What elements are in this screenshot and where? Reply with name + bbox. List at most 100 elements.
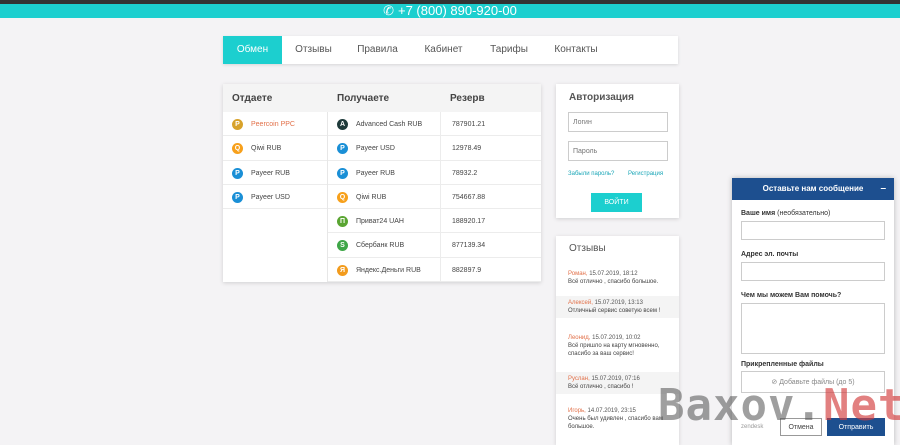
review-date: 15.07.2019, 10:02 xyxy=(592,335,641,341)
review-author[interactable]: Алексей, xyxy=(568,300,593,306)
message-field[interactable] xyxy=(741,303,885,354)
sberbank-icon: S xyxy=(337,240,348,252)
reserve-value: 188920.17 xyxy=(452,218,486,226)
get-list: A Advanced Cash RUB 787901.21 P Payeer USD 12… xyxy=(327,112,541,283)
chat-title: Оставьте нам сообщение xyxy=(762,184,864,193)
review-author[interactable]: Игорь, xyxy=(568,408,586,414)
column-divider xyxy=(440,112,441,136)
give-list: P Peercoin PPC Q Qiwi RUB P Payeer RUB P Payeer… xyxy=(223,112,327,210)
review-author[interactable]: Леонид, xyxy=(568,335,590,341)
review-date: 14.07.2019, 23:15 xyxy=(587,408,636,414)
review-item: Леонид, 15.07.2019, 10:02 Всё пришло на к… xyxy=(556,331,679,361)
tab-2[interactable]: Правила xyxy=(345,36,410,64)
name-label-text: Ваше имя xyxy=(741,210,776,217)
auth-title: Авторизация xyxy=(569,92,634,103)
top-bar: ✆ +7 (800) 890-920-00 xyxy=(0,0,900,18)
phone-number[interactable]: +7 (800) 890-920-00 xyxy=(398,3,517,18)
get-currency-name: Payeer RUB xyxy=(356,169,395,177)
review-text: Всё отлично , спасибо большое. xyxy=(568,279,659,285)
tab-4[interactable]: Тарифы xyxy=(477,36,541,64)
review-item: Роман, 15.07.2019, 18:12 Всё отлично , сп… xyxy=(556,267,679,289)
tab-3[interactable]: Кабинет xyxy=(410,36,477,64)
tab-0[interactable]: Обмен xyxy=(223,36,282,64)
give-currency-name: Payeer USD xyxy=(251,193,290,201)
give-currency-name: Peercoin PPC xyxy=(251,121,295,128)
payeer-icon: P xyxy=(337,143,348,155)
reserve-value: 882897.9 xyxy=(452,266,482,274)
reserve-value: 754667.88 xyxy=(452,193,486,201)
review-author[interactable]: Роман, xyxy=(568,271,588,277)
watermark-part2: Net xyxy=(822,380,900,431)
give-row[interactable]: P Payeer RUB xyxy=(223,161,327,185)
login-input[interactable] xyxy=(568,112,668,132)
review-text: Очень был удивлен , спасибо вам большое. xyxy=(568,416,663,430)
watermark: Baxov.Net xyxy=(658,380,900,431)
column-divider xyxy=(440,184,441,209)
tab-1[interactable]: Отзывы xyxy=(282,36,345,64)
get-row[interactable]: П Приват24 UAH 188920.17 xyxy=(328,209,541,234)
give-row[interactable]: Q Qiwi RUB xyxy=(223,136,327,161)
get-currency-name: Приват24 UAH xyxy=(356,218,404,226)
review-date: 15.07.2019, 13:13 xyxy=(594,300,643,306)
help-label: Чем мы можем Вам помочь? xyxy=(741,292,842,299)
get-row[interactable]: Q Qiwi RUB 754667.88 xyxy=(328,184,541,210)
privat24-icon: П xyxy=(337,216,348,228)
payeer-icon: P xyxy=(232,191,243,203)
get-row[interactable]: Я Яндекс.Деньги RUB 882897.9 xyxy=(328,257,541,283)
auth-panel: Авторизация Забыли пароль? Регистрация В… xyxy=(556,84,679,218)
review-text: Всё отлично , спасибо ! xyxy=(568,384,634,390)
payeer-icon: P xyxy=(337,167,348,179)
password-input[interactable] xyxy=(568,141,668,161)
give-currency-name: Qiwi RUB xyxy=(251,145,282,153)
review-item: Алексей, 15.07.2019, 13:13 Отличный серви… xyxy=(556,296,679,318)
qiwi-icon: Q xyxy=(232,143,243,155)
chat-header: Оставьте нам сообщение – xyxy=(732,178,894,200)
column-reserve-header: Резерв xyxy=(450,93,485,104)
advcash-icon: A xyxy=(337,119,348,130)
get-row[interactable]: P Payeer RUB 78932.2 xyxy=(328,160,541,185)
exchange-header: Отдаете Получаете Резерв xyxy=(223,84,541,112)
name-hint: (необязательно) xyxy=(777,210,831,217)
get-row[interactable]: P Payeer USD 12978.49 xyxy=(328,136,541,161)
give-currency-name: Payeer RUB xyxy=(251,169,290,177)
minimize-icon[interactable]: – xyxy=(880,178,886,200)
register-link[interactable]: Регистрация xyxy=(628,171,663,177)
attachments-label: Прикрепленные файлы xyxy=(741,361,824,368)
get-currency-name: Яндекс.Деньги RUB xyxy=(356,266,421,274)
give-row[interactable]: P Payeer USD xyxy=(223,185,327,210)
column-divider xyxy=(440,257,441,282)
column-divider xyxy=(440,233,441,257)
reviews-title: Отзывы xyxy=(569,243,606,254)
qiwi-icon: Q xyxy=(337,191,348,203)
reserve-value: 877139.34 xyxy=(452,242,486,250)
review-text: Всё пришло на карту мгновенно, спасибо з… xyxy=(568,343,660,357)
forgot-password-link[interactable]: Забыли пароль? xyxy=(568,171,614,177)
email-field[interactable] xyxy=(741,262,885,281)
review-date: 15.07.2019, 18:12 xyxy=(589,271,638,277)
review-date: 15.07.2019, 07:16 xyxy=(591,376,640,382)
column-divider xyxy=(440,136,441,160)
get-row[interactable]: A Advanced Cash RUB 787901.21 xyxy=(328,112,541,137)
give-row[interactable]: P Peercoin PPC xyxy=(223,112,327,137)
get-currency-name: Advanced Cash RUB xyxy=(356,121,423,128)
exchange-table: Отдаете Получаете Резерв P Peercoin PPC Q Q… xyxy=(223,84,541,283)
tab-5[interactable]: Контакты xyxy=(541,36,611,64)
column-divider xyxy=(440,209,441,233)
watermark-part1: Baxov. xyxy=(658,380,823,431)
reserve-value: 78932.2 xyxy=(452,169,478,177)
reserve-value: 787901.21 xyxy=(452,121,486,128)
payeer-icon: P xyxy=(232,167,243,179)
phone-icon: ✆ xyxy=(383,3,394,18)
review-author[interactable]: Руслан, xyxy=(568,376,590,382)
name-field[interactable] xyxy=(741,221,885,240)
login-button[interactable]: ВОЙТИ xyxy=(591,193,642,212)
get-row[interactable]: S Сбербанк RUB 877139.34 xyxy=(328,233,541,258)
column-divider xyxy=(440,160,441,184)
column-get-header: Получаете xyxy=(337,93,390,104)
review-text: Отличный сервис советую всем ! xyxy=(568,308,661,314)
email-label: Адрес эл. почты xyxy=(741,251,799,258)
yandex-money-icon: Я xyxy=(337,264,348,276)
column-give-header: Отдаете xyxy=(232,93,273,104)
get-currency-name: Сбербанк RUB xyxy=(356,242,405,250)
reserve-value: 12978.49 xyxy=(452,145,482,153)
